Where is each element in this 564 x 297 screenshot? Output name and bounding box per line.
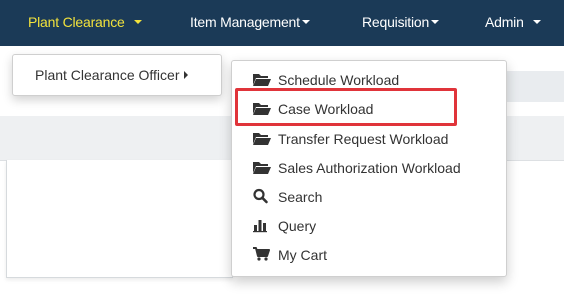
menu-item-search[interactable]: Search	[252, 185, 322, 207]
menu-item-label: Query	[278, 218, 317, 235]
header-toolbar-area	[505, 71, 564, 102]
highlight-box	[235, 88, 457, 126]
nav-requisition[interactable]: Requisition	[362, 0, 440, 46]
chevron-down-icon	[301, 20, 310, 25]
nav-admin[interactable]: Admin	[485, 0, 542, 46]
chevron-down-icon	[533, 20, 542, 25]
chevron-down-icon	[134, 20, 143, 25]
content-panel	[6, 160, 233, 278]
menu-item-my-cart[interactable]: My Cart	[252, 243, 327, 265]
chevron-right-icon	[184, 71, 189, 80]
menu-item-label: My Cart	[278, 247, 327, 264]
folder-open-icon	[252, 159, 272, 175]
top-navbar: Plant Clearance Item Management Requisit…	[0, 0, 564, 46]
nav-item-management[interactable]: Item Management	[190, 0, 310, 46]
nav-item-management-label: Item Management	[190, 14, 300, 30]
menu-item-label: Search	[278, 189, 323, 206]
menu-item-schedule-workload[interactable]: Schedule Workload	[252, 68, 399, 90]
menu-item-label: Transfer Request Workload	[278, 131, 449, 148]
menu-item-label: Sales Authorization Workload	[278, 160, 461, 177]
chevron-down-icon	[431, 20, 440, 25]
menu-item-label: Schedule Workload	[278, 72, 400, 89]
menu-item-transfer-request-workload[interactable]: Transfer Request Workload	[252, 127, 448, 149]
folder-open-icon	[252, 130, 272, 146]
cart-icon	[252, 246, 272, 262]
nav-requisition-label: Requisition	[362, 14, 430, 30]
plant-clearance-dropdown: Plant Clearance Officer	[12, 54, 222, 96]
nav-plant-clearance-label: Plant Clearance	[28, 14, 125, 30]
folder-open-icon	[252, 71, 272, 87]
search-icon	[252, 188, 272, 204]
menu-item-query[interactable]: Query	[252, 214, 316, 236]
bar-chart-icon	[252, 217, 272, 233]
menu-item-plant-clearance-officer[interactable]: Plant Clearance Officer	[35, 67, 189, 83]
menu-item-sales-authorization-workload[interactable]: Sales Authorization Workload	[252, 156, 461, 178]
menu-item-label: Plant Clearance Officer	[35, 67, 180, 83]
nav-plant-clearance[interactable]: Plant Clearance	[28, 0, 143, 46]
nav-admin-label: Admin	[485, 14, 524, 30]
